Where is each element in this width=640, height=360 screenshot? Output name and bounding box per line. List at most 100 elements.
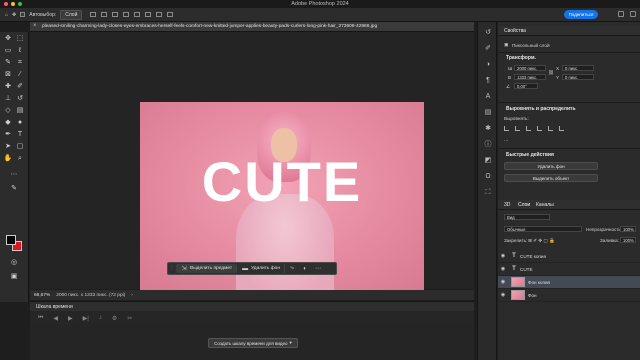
tab-channels[interactable]: Каналы: [536, 202, 554, 208]
fill-field[interactable]: 100%: [620, 237, 636, 243]
tab-3d[interactable]: 3D: [504, 202, 510, 208]
remove-background-button[interactable]: Удалить фон: [504, 162, 598, 170]
comments-panel-icon[interactable]: ✱: [483, 124, 493, 134]
info-panel-icon[interactable]: ⓘ: [483, 140, 493, 150]
align-left-edges-icon[interactable]: [504, 126, 509, 131]
edit-toolbar-icon[interactable]: ✎: [9, 184, 19, 194]
align-horizontal-centers-icon[interactable]: [515, 126, 520, 131]
move-tool-icon[interactable]: ✥: [3, 34, 13, 44]
workspace-icon[interactable]: [630, 11, 636, 17]
align-center-icon[interactable]: [112, 12, 119, 17]
align-right-edges-icon[interactable]: [526, 126, 531, 131]
timeline-panel-tab[interactable]: Шкала времени: [30, 301, 474, 311]
select-subject-button[interactable]: ⇲ Выделить предмет: [176, 264, 238, 273]
canvas-area[interactable]: CUTE: [30, 32, 474, 290]
path-select-tool-icon[interactable]: ➤: [3, 142, 13, 152]
adjustments-panel-icon[interactable]: ◑: [483, 60, 493, 70]
brush-panel-icon[interactable]: ✐: [483, 44, 493, 54]
autoselect-target-select[interactable]: Слой: [60, 9, 83, 20]
properties-tab[interactable]: Свойства: [504, 28, 526, 34]
layer-kind-filter[interactable]: Вид: [504, 214, 550, 220]
align-right-icon[interactable]: [123, 12, 130, 17]
first-frame-icon[interactable]: ⏮: [38, 315, 43, 322]
character-panel-icon[interactable]: A: [483, 92, 493, 102]
chevron-down-icon[interactable]: ▾: [290, 340, 292, 346]
width-field[interactable]: 2000 пикс.: [514, 65, 546, 71]
paragraph-panel-icon[interactable]: ¶: [483, 76, 493, 86]
opacity-field[interactable]: 100%: [620, 226, 636, 232]
angle-field[interactable]: 0,00°: [514, 83, 538, 89]
layer-row[interactable]: ◉ Фон: [498, 289, 640, 302]
visibility-eye-icon[interactable]: ◉: [498, 253, 508, 259]
search-icon[interactable]: [618, 11, 624, 17]
home-icon[interactable]: ⌂: [5, 12, 8, 18]
transform-icon[interactable]: ⤷: [288, 265, 296, 272]
adjustment-icon[interactable]: ◐: [301, 266, 309, 272]
more-options-icon[interactable]: [167, 12, 174, 17]
libraries-panel-icon[interactable]: ▤: [483, 108, 493, 118]
more-tools-icon[interactable]: ⋯: [9, 170, 19, 180]
x-field[interactable]: 0 пикс.: [562, 65, 594, 71]
quick-mask-icon[interactable]: ◎: [9, 258, 19, 268]
brush-tool-icon[interactable]: ✐: [15, 82, 25, 92]
align-top-edges-icon[interactable]: [537, 126, 542, 131]
blend-mode-select[interactable]: Обычные: [504, 226, 582, 232]
pen-tool-icon[interactable]: ✒: [3, 130, 13, 140]
zoom-level[interactable]: 66,67%: [34, 293, 50, 298]
visibility-eye-icon[interactable]: ◉: [498, 266, 508, 272]
quick-actions-header[interactable]: Быстрые действия: [506, 152, 554, 158]
align-middle-icon[interactable]: [145, 12, 152, 17]
eyedropper-tool-icon[interactable]: ⁄: [15, 70, 25, 80]
shape-tool-icon[interactable]: ▢: [15, 142, 25, 152]
styles-panel-icon[interactable]: ◩: [483, 156, 493, 166]
share-button[interactable]: Поделиться: [564, 10, 598, 19]
link-icon[interactable]: ⛓: [548, 70, 554, 76]
align-top-icon[interactable]: [134, 12, 141, 17]
zoom-tool-icon[interactable]: ⌕: [15, 154, 25, 164]
prev-frame-icon[interactable]: ◀: [53, 315, 58, 322]
play-icon[interactable]: ▶: [68, 315, 73, 322]
height-field[interactable]: 1333 пикс.: [514, 74, 546, 80]
tab-layers[interactable]: Слои: [518, 202, 530, 208]
status-arrow-icon[interactable]: ›: [131, 293, 133, 298]
layer-row[interactable]: ◉ T CUTE копия: [498, 250, 640, 263]
remove-background-button[interactable]: ▬ Удалить фон: [237, 264, 286, 273]
lock-icons[interactable]: ⊞ ✐ ✥ ▢ 🔒: [528, 238, 555, 244]
move-tool-icon[interactable]: ✥: [12, 12, 16, 18]
type-tool-icon[interactable]: T: [15, 130, 25, 140]
hand-tool-icon[interactable]: ✋: [3, 154, 13, 164]
layer-row-selected[interactable]: ◉ Фон копия: [498, 276, 640, 289]
visibility-eye-icon[interactable]: ◉: [498, 292, 508, 298]
foreground-color-swatch[interactable]: [6, 235, 16, 245]
autoselect-checkbox[interactable]: [20, 12, 26, 17]
document-tab[interactable]: × pleased-smiling-charming-lady-closes-e…: [30, 22, 474, 32]
marquee-tool-icon[interactable]: ▭: [3, 46, 13, 56]
next-frame-icon[interactable]: ▶|: [83, 315, 89, 322]
eraser-tool-icon[interactable]: ◇: [3, 106, 13, 116]
y-field[interactable]: 0 пикс.: [562, 74, 594, 80]
gradient-tool-icon[interactable]: ▤: [15, 106, 25, 116]
frame-tool-icon[interactable]: ⊠: [3, 70, 13, 80]
close-document-icon[interactable]: ×: [33, 23, 37, 29]
create-video-timeline-button[interactable]: Создать шкалу времени для видео ▾: [208, 338, 298, 348]
align-bottom-icon[interactable]: [156, 12, 163, 17]
visibility-eye-icon[interactable]: ◉: [498, 279, 508, 285]
select-subject-button[interactable]: Выделить объект: [504, 174, 598, 182]
more-options-icon[interactable]: ⋯: [314, 265, 322, 272]
screen-mode-icon[interactable]: ▣: [9, 272, 19, 282]
lasso-tool-icon[interactable]: ℓ: [15, 46, 25, 56]
navigator-panel-icon[interactable]: ⛶: [483, 188, 493, 198]
glyphs-panel-icon[interactable]: Ω: [483, 172, 493, 182]
settings-icon[interactable]: ⚙: [112, 315, 117, 322]
healing-tool-icon[interactable]: ✚: [3, 82, 13, 92]
layer-row[interactable]: ◉ T CUTE: [498, 263, 640, 276]
transform-controls-icon[interactable]: [90, 12, 97, 17]
dodge-tool-icon[interactable]: ●: [15, 118, 25, 128]
cut-icon[interactable]: ✂: [127, 315, 132, 322]
history-panel-icon[interactable]: ↺: [483, 28, 493, 38]
drag-handle-icon[interactable]: ⋮: [168, 266, 176, 271]
audio-icon[interactable]: ♪: [99, 315, 102, 321]
crop-tool-icon[interactable]: ⌗: [15, 58, 25, 68]
more-options-icon[interactable]: ⋯: [504, 138, 509, 144]
blur-tool-icon[interactable]: ◆: [3, 118, 13, 128]
